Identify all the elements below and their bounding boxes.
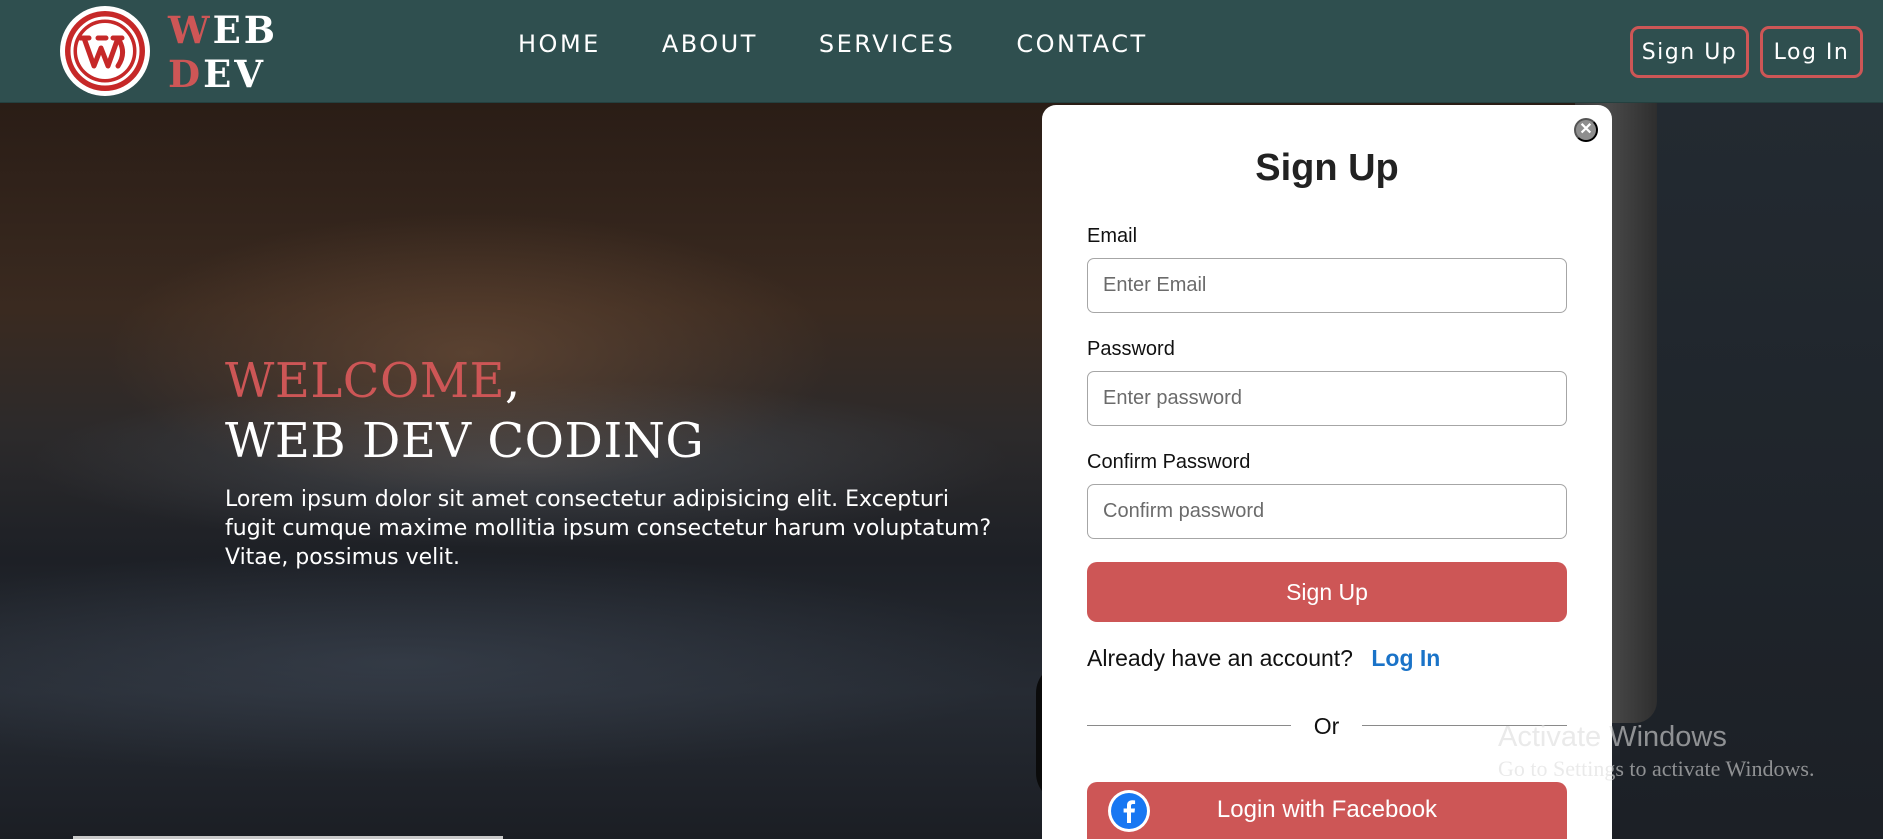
watermark-subtitle: Go to Settings to activate Windows. bbox=[1498, 756, 1815, 781]
hero-subtitle: WEB DEV CODING bbox=[225, 413, 705, 469]
have-account-text: Already have an account? bbox=[1087, 645, 1353, 671]
facebook-login-label: Login with Facebook bbox=[1216, 796, 1438, 823]
navbar: WEB DEV HOME ABOUT SERVICES CONTACT Sign… bbox=[0, 0, 1883, 103]
login-link[interactable]: Log In bbox=[1371, 645, 1440, 671]
brand-text: EB bbox=[212, 8, 279, 52]
hero-welcome-heading: WELCOME, bbox=[225, 351, 1005, 411]
header-login-button[interactable]: Log In bbox=[1760, 26, 1863, 78]
nav-link-contact[interactable]: CONTACT bbox=[1016, 28, 1147, 60]
email-field[interactable] bbox=[1087, 258, 1567, 313]
modal-title: Sign Up bbox=[1255, 147, 1399, 189]
welcome-comma: , bbox=[505, 353, 521, 409]
password-field[interactable] bbox=[1087, 371, 1567, 426]
close-icon[interactable]: ✕ bbox=[1574, 118, 1598, 142]
confirm-password-label: Confirm Password bbox=[1087, 451, 1251, 473]
watermark-title: Activate Windows bbox=[1498, 721, 1727, 753]
or-divider-text: Or bbox=[1313, 713, 1340, 739]
header-signup-button[interactable]: Sign Up bbox=[1630, 26, 1749, 78]
divider-left bbox=[1087, 725, 1291, 726]
brand-accent-letter: D bbox=[168, 52, 204, 96]
windows-activation-watermark: Activate Windows Go to Settings to activ… bbox=[1498, 720, 1814, 784]
email-label: Email bbox=[1087, 225, 1138, 247]
password-label: Password bbox=[1087, 338, 1175, 360]
main-nav: HOME ABOUT SERVICES CONTACT bbox=[518, 28, 1148, 60]
hero-description: Lorem ipsum dolor sit amet consectetur a… bbox=[225, 487, 992, 570]
brand-text: EV bbox=[203, 52, 267, 96]
hero-text-block: WELCOME, WEB DEV CODING Lorem ipsum dolo… bbox=[225, 351, 1005, 572]
welcome-word: WELCOME bbox=[225, 353, 506, 409]
brand-accent-letter: W bbox=[168, 8, 213, 52]
brand-logo-text[interactable]: WEB DEV bbox=[168, 8, 278, 96]
facebook-login-button[interactable]: Login with Facebook bbox=[1087, 782, 1567, 839]
confirm-password-field[interactable] bbox=[1087, 484, 1567, 539]
wordpress-logo-icon[interactable] bbox=[60, 6, 150, 96]
nav-link-services[interactable]: SERVICES bbox=[819, 28, 955, 60]
nav-link-home[interactable]: HOME bbox=[518, 28, 601, 60]
have-account-row: Already have an account? Log In bbox=[1087, 645, 1440, 672]
nav-link-about[interactable]: ABOUT bbox=[662, 28, 758, 60]
signup-submit-button[interactable]: Sign Up bbox=[1087, 562, 1567, 622]
